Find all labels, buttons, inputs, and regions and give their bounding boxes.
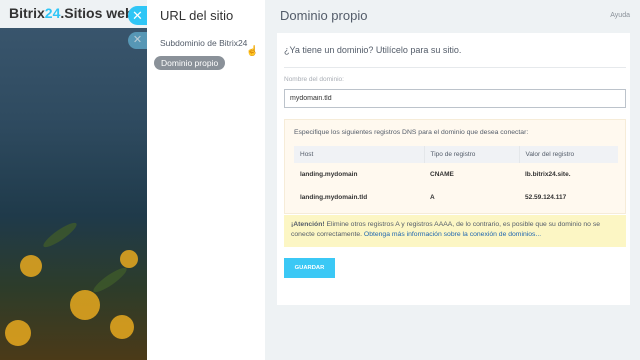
page-title: Dominio propio xyxy=(280,8,368,23)
dns-records-box: Especifique los siguientes registros DNS… xyxy=(284,119,626,214)
warning-box: ¡Atención! Elimine otros registros A y r… xyxy=(284,215,626,247)
menu-item-bitrix-subdomain[interactable]: Subdominio de Bitrix24 xyxy=(160,38,247,48)
help-link[interactable]: Ayuda xyxy=(610,12,630,19)
close-icon: ✕ xyxy=(132,34,143,46)
domain-question: ¿Ya tiene un dominio? Utilícelo para su … xyxy=(284,45,462,55)
record-type-cell: CNAME xyxy=(430,171,454,178)
dns-records-table: Host Tipo de registro Valor del registro… xyxy=(294,146,618,209)
domain-name-label: Nombre del dominio: xyxy=(284,76,344,83)
site-url-menu: URL del sitio Subdominio de Bitrix24 Dom… xyxy=(147,0,265,360)
divider xyxy=(284,67,626,68)
domain-settings-slider: URL del sitio Subdominio de Bitrix24 Dom… xyxy=(147,0,640,360)
hand-cursor-icon: ☝ xyxy=(246,46,259,57)
table-row: landing.mydomain.tld A 52.59.124.117 xyxy=(294,186,618,209)
leaf-decoration xyxy=(40,219,80,251)
column-header-record-type: Tipo de registro xyxy=(424,146,520,163)
close-slider-button[interactable]: ✕ xyxy=(128,6,147,25)
host-cell: landing.mydomain xyxy=(300,171,358,178)
close-background-slider-button[interactable]: ✕ xyxy=(128,32,147,49)
save-button[interactable]: GUARDAR xyxy=(284,258,335,278)
flower-decoration xyxy=(5,320,31,346)
domain-help-link[interactable]: Obtenga más información sobre la conexió… xyxy=(364,231,541,238)
background-page: Bitrix24.Sitios web xyxy=(0,0,160,360)
leaf-decoration xyxy=(90,264,130,296)
record-value-cell: lb.bitrix24.site. xyxy=(525,171,571,178)
host-cell: landing.mydomain.tld xyxy=(300,194,368,201)
record-type-cell: A xyxy=(430,194,435,201)
flower-decoration xyxy=(70,290,100,320)
table-header-row: Host Tipo de registro Valor del registro xyxy=(294,146,618,163)
table-row: landing.mydomain CNAME lb.bitrix24.site. xyxy=(294,163,618,186)
record-value-cell: 52.59.124.117 xyxy=(525,194,567,201)
domain-form-card: ¿Ya tiene un dominio? Utilícelo para su … xyxy=(277,33,630,305)
menu-title: URL del sitio xyxy=(160,8,234,23)
warning-title: ¡Atención! xyxy=(291,221,325,228)
flower-decoration xyxy=(20,255,42,277)
column-header-record-value: Valor del registro xyxy=(519,146,618,163)
flower-decoration xyxy=(120,250,138,268)
column-header-host: Host xyxy=(294,146,425,163)
menu-item-own-domain[interactable]: Dominio propio xyxy=(154,56,226,70)
background-app-title: Bitrix24.Sitios web xyxy=(9,5,134,21)
flower-decoration xyxy=(110,315,134,339)
dns-instructions: Especifique los siguientes registros DNS… xyxy=(294,129,529,136)
close-icon: ✕ xyxy=(132,8,143,23)
domain-name-input[interactable] xyxy=(284,89,626,108)
